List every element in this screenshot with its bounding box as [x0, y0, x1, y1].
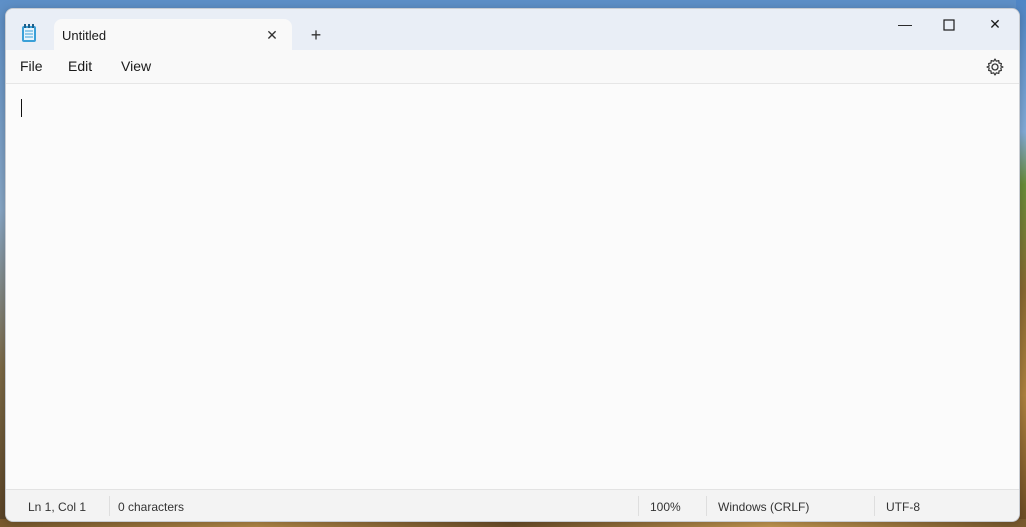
- cursor-position: Ln 1, Col 1: [28, 500, 87, 514]
- status-divider: [706, 496, 707, 516]
- encoding[interactable]: UTF-8: [886, 500, 920, 514]
- menu-edit[interactable]: Edit: [68, 58, 92, 74]
- menu-bar: File Edit View: [6, 50, 1019, 84]
- menu-view[interactable]: View: [121, 58, 151, 74]
- text-caret: [21, 99, 22, 117]
- line-ending[interactable]: Windows (CRLF): [718, 500, 809, 514]
- text-editor[interactable]: [6, 84, 1019, 489]
- minimize-icon[interactable]: —: [882, 9, 928, 39]
- status-divider: [638, 496, 639, 516]
- title-bar[interactable]: Untitled ✕ + — ✕: [6, 9, 1019, 51]
- status-divider: [874, 496, 875, 516]
- status-divider: [109, 496, 110, 516]
- status-bar: Ln 1, Col 1 0 characters 100% Windows (C…: [6, 489, 1019, 521]
- character-count: 0 characters: [118, 500, 185, 514]
- maximize-icon[interactable]: [926, 9, 972, 39]
- notepad-window: Untitled ✕ + — ✕ File Edit View Ln 1, Co…: [5, 8, 1020, 522]
- tab-title: Untitled: [62, 28, 107, 43]
- zoom-level[interactable]: 100%: [650, 500, 681, 514]
- notepad-icon: [20, 23, 38, 43]
- close-icon[interactable]: ✕: [262, 25, 282, 45]
- plus-icon[interactable]: +: [304, 23, 328, 47]
- tab-untitled[interactable]: Untitled ✕: [54, 19, 292, 51]
- gear-icon[interactable]: [985, 57, 1005, 77]
- menu-file[interactable]: File: [20, 58, 43, 74]
- close-window-icon[interactable]: ✕: [972, 9, 1018, 39]
